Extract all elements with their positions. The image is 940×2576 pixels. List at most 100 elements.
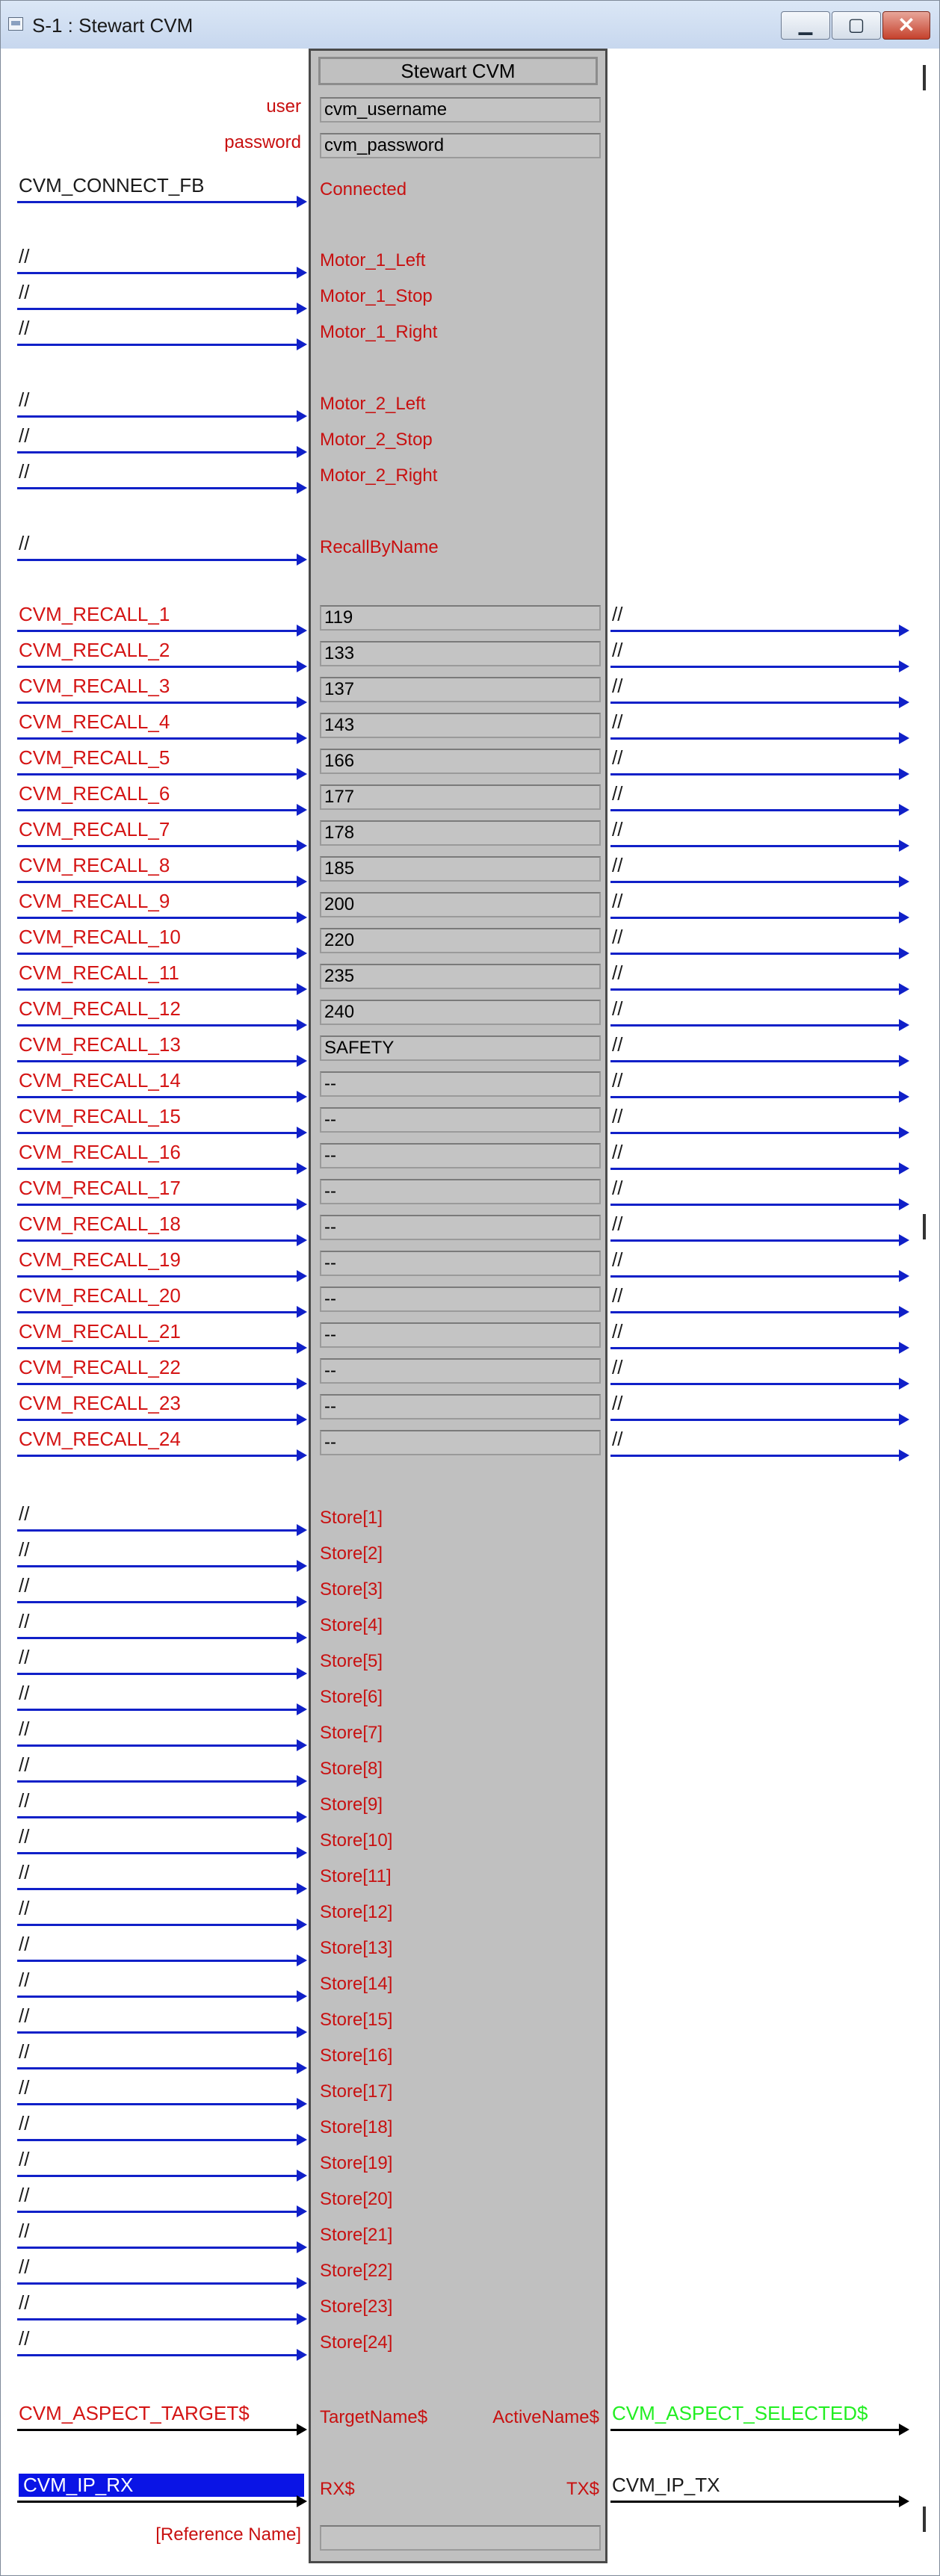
recall-value-field-5[interactable]: 166 (320, 749, 601, 774)
store-2-signal[interactable]: // (19, 1538, 29, 1561)
recall-output-signal-9[interactable]: // (612, 890, 622, 913)
store-20-signal[interactable]: // (19, 2184, 29, 2207)
motor-6-signal[interactable]: // (19, 460, 29, 483)
recall-value-field-2[interactable]: 133 (320, 641, 601, 666)
store-11-signal[interactable]: // (19, 1861, 29, 1884)
recall-value-field-9[interactable]: 200 (320, 892, 601, 917)
minimize-button[interactable]: ▁ (781, 11, 830, 40)
recall-signal-21[interactable]: CVM_RECALL_21 (19, 1320, 181, 1343)
recall-signal-22[interactable]: CVM_RECALL_22 (19, 1356, 181, 1379)
reference-name-field[interactable] (320, 2525, 601, 2551)
motor-3-signal[interactable]: // (19, 317, 29, 340)
store-10-signal[interactable]: // (19, 1825, 29, 1848)
recall-signal-15[interactable]: CVM_RECALL_15 (19, 1105, 181, 1128)
recall-signal-20[interactable]: CVM_RECALL_20 (19, 1284, 181, 1307)
recall-value-field-8[interactable]: 185 (320, 856, 601, 882)
recall-signal-1[interactable]: CVM_RECALL_1 (19, 603, 170, 626)
recall-output-signal-4[interactable]: // (612, 710, 622, 734)
recall-output-signal-1[interactable]: // (612, 603, 622, 626)
recall-value-field-3[interactable]: 137 (320, 677, 601, 702)
recall-value-field-21[interactable]: -- (320, 1322, 601, 1348)
recall-value-field-7[interactable]: 178 (320, 820, 601, 846)
recall-output-signal-15[interactable]: // (612, 1105, 622, 1128)
ip-rx-signal[interactable]: CVM_IP_RX (19, 2474, 304, 2497)
store-13-signal[interactable]: // (19, 1933, 29, 1956)
recall-value-field-17[interactable]: -- (320, 1179, 601, 1204)
title-bar[interactable]: S-1 : Stewart CVM ▁ ▢ ✕ (1, 1, 939, 49)
recall-output-signal-19[interactable]: // (612, 1248, 622, 1272)
close-button[interactable]: ✕ (882, 11, 930, 40)
param-password-field[interactable]: cvm_password (320, 133, 601, 158)
recall-output-signal-10[interactable]: // (612, 926, 622, 949)
recall-value-field-1[interactable]: 119 (320, 605, 601, 631)
recall-signal-19[interactable]: CVM_RECALL_19 (19, 1248, 181, 1272)
recall-value-field-13[interactable]: SAFETY (320, 1035, 601, 1061)
recall-output-signal-17[interactable]: // (612, 1177, 622, 1200)
motor-5-signal[interactable]: // (19, 424, 29, 448)
store-23-signal[interactable]: // (19, 2291, 29, 2315)
recall-signal-5[interactable]: CVM_RECALL_5 (19, 746, 170, 770)
recall-signal-4[interactable]: CVM_RECALL_4 (19, 710, 170, 734)
aspect-target-signal[interactable]: CVM_ASPECT_TARGET$ (19, 2402, 250, 2425)
recall-signal-23[interactable]: CVM_RECALL_23 (19, 1392, 181, 1415)
recall-value-field-22[interactable]: -- (320, 1358, 601, 1384)
motor-2-signal[interactable]: // (19, 281, 29, 304)
recall-output-signal-11[interactable]: // (612, 962, 622, 985)
recall-output-signal-6[interactable]: // (612, 782, 622, 805)
recall-output-signal-3[interactable]: // (612, 675, 622, 698)
store-17-signal[interactable]: // (19, 2076, 29, 2099)
recall-value-field-10[interactable]: 220 (320, 928, 601, 953)
recall-signal-14[interactable]: CVM_RECALL_14 (19, 1069, 181, 1092)
store-7-signal[interactable]: // (19, 1718, 29, 1741)
recall-signal-17[interactable]: CVM_RECALL_17 (19, 1177, 181, 1200)
recall-value-field-11[interactable]: 235 (320, 964, 601, 989)
store-24-signal[interactable]: // (19, 2327, 29, 2350)
recall-value-field-15[interactable]: -- (320, 1107, 601, 1133)
recall-value-field-12[interactable]: 240 (320, 1000, 601, 1025)
connected-signal[interactable]: CVM_CONNECT_FB (19, 174, 204, 197)
recall-output-signal-7[interactable]: // (612, 818, 622, 841)
recall-output-signal-5[interactable]: // (612, 746, 622, 770)
vertical-scrollbar[interactable] (920, 49, 933, 2569)
store-5-signal[interactable]: // (19, 1646, 29, 1669)
store-12-signal[interactable]: // (19, 1897, 29, 1920)
recall-signal-13[interactable]: CVM_RECALL_13 (19, 1033, 181, 1056)
recall-signal-24[interactable]: CVM_RECALL_24 (19, 1428, 181, 1451)
recall-value-field-20[interactable]: -- (320, 1287, 601, 1312)
recall-signal-3[interactable]: CVM_RECALL_3 (19, 675, 170, 698)
recall-output-signal-14[interactable]: // (612, 1069, 622, 1092)
recall-signal-6[interactable]: CVM_RECALL_6 (19, 782, 170, 805)
recall-signal-2[interactable]: CVM_RECALL_2 (19, 639, 170, 662)
recall-value-field-6[interactable]: 177 (320, 784, 601, 810)
store-9-signal[interactable]: // (19, 1789, 29, 1812)
recall-value-field-18[interactable]: -- (320, 1215, 601, 1240)
store-19-signal[interactable]: // (19, 2148, 29, 2171)
recall-signal-7[interactable]: CVM_RECALL_7 (19, 818, 170, 841)
recall-value-field-19[interactable]: -- (320, 1251, 601, 1276)
scroll-thumb-marker[interactable] (923, 1214, 926, 1239)
motor-7-signal[interactable]: // (19, 532, 29, 555)
store-6-signal[interactable]: // (19, 1682, 29, 1705)
recall-output-signal-2[interactable]: // (612, 639, 622, 662)
store-18-signal[interactable]: // (19, 2112, 29, 2135)
param-user-field[interactable]: cvm_username (320, 97, 601, 123)
recall-output-signal-20[interactable]: // (612, 1284, 622, 1307)
recall-output-signal-21[interactable]: // (612, 1320, 622, 1343)
recall-output-signal-24[interactable]: // (612, 1428, 622, 1451)
store-16-signal[interactable]: // (19, 2040, 29, 2063)
recall-value-field-16[interactable]: -- (320, 1143, 601, 1168)
store-1-signal[interactable]: // (19, 1502, 29, 1526)
store-15-signal[interactable]: // (19, 2004, 29, 2028)
recall-signal-8[interactable]: CVM_RECALL_8 (19, 854, 170, 877)
recall-output-signal-16[interactable]: // (612, 1141, 622, 1164)
motor-4-signal[interactable]: // (19, 388, 29, 412)
recall-signal-12[interactable]: CVM_RECALL_12 (19, 997, 181, 1021)
recall-signal-9[interactable]: CVM_RECALL_9 (19, 890, 170, 913)
store-22-signal[interactable]: // (19, 2255, 29, 2279)
recall-value-field-4[interactable]: 143 (320, 713, 601, 738)
store-3-signal[interactable]: // (19, 1574, 29, 1597)
recall-value-field-24[interactable]: -- (320, 1430, 601, 1455)
aspect-selected-signal[interactable]: CVM_ASPECT_SELECTED$ (612, 2402, 868, 2425)
recall-output-signal-12[interactable]: // (612, 997, 622, 1021)
recall-output-signal-22[interactable]: // (612, 1356, 622, 1379)
